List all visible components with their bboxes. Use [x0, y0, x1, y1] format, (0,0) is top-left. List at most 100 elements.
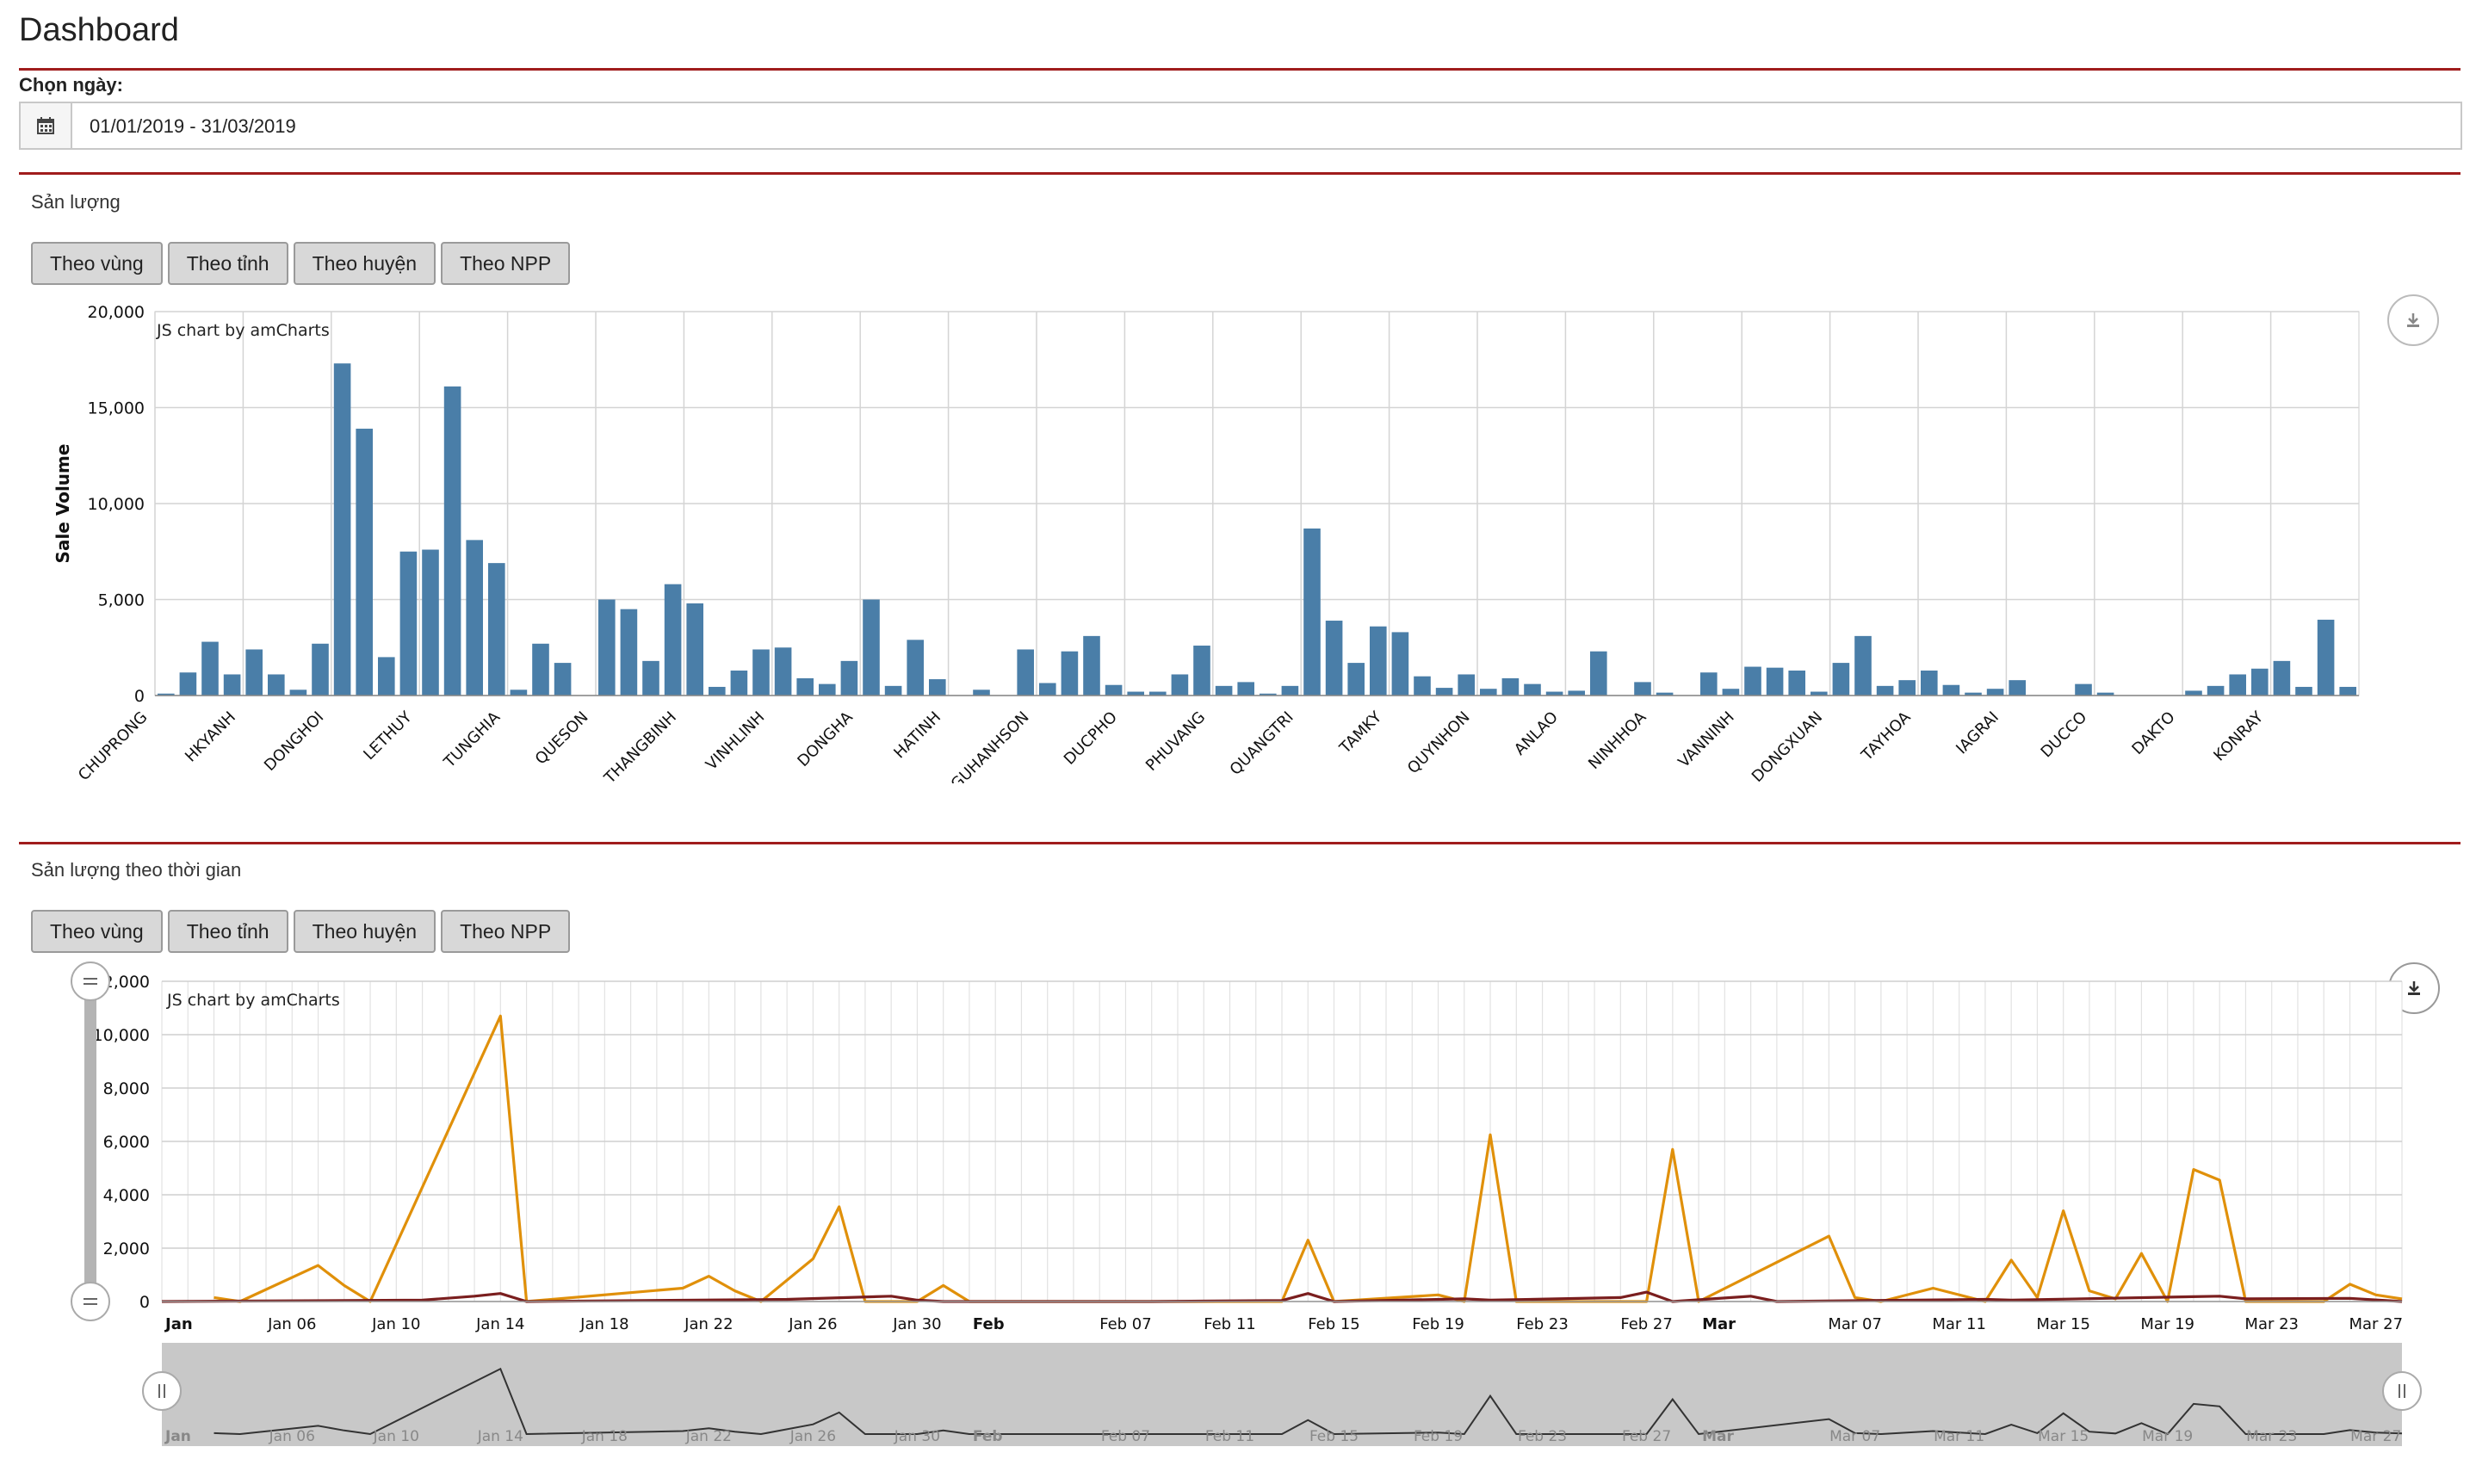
by-region-button[interactable]: Theo vùng: [31, 910, 163, 953]
bar: [1370, 626, 1387, 696]
x-tick-label: Mar 19: [2140, 1315, 2194, 1333]
bar: [1105, 684, 1123, 696]
bar: [620, 609, 638, 696]
bar: [2273, 660, 2291, 696]
bar: [1237, 682, 1254, 696]
bar: [840, 660, 858, 696]
bar: [1921, 671, 1938, 696]
bar: [245, 649, 263, 696]
bar: [443, 386, 461, 696]
x-tick-label: DAKTO: [2128, 708, 2178, 758]
x-tick-label: QUESON: [532, 708, 592, 769]
bar: [2009, 680, 2026, 696]
x-tick-label: Jan 26: [788, 1315, 837, 1333]
x-tick-label: Feb 27: [1620, 1315, 1673, 1333]
date-range-input[interactable]: 01/01/2019 - 31/03/2019: [19, 102, 2462, 150]
by-district-button[interactable]: Theo huyện: [293, 242, 436, 285]
x-tick-label: Jan 10: [371, 1315, 420, 1333]
bar: [1303, 528, 1321, 696]
bar: [1039, 683, 1056, 696]
bar: [730, 671, 748, 696]
y-tick-label: 6,000: [103, 1133, 150, 1152]
y-axis-title: Sale Volume: [53, 444, 73, 564]
bar: [1061, 651, 1079, 696]
bar: [2339, 686, 2356, 696]
scrollbar-tick-label: Feb: [973, 1428, 1003, 1445]
bar: [1325, 621, 1343, 696]
bar: [686, 603, 703, 696]
bar: [333, 363, 351, 696]
bar: [642, 660, 659, 696]
bar: [1524, 683, 1541, 696]
by-distributor-button[interactable]: Theo NPP: [441, 242, 571, 285]
bar: [774, 647, 792, 696]
by-distributor-button[interactable]: Theo NPP: [441, 910, 571, 953]
bar: [1898, 680, 1916, 696]
bar: [268, 674, 285, 696]
y-tick-label: 20,000: [88, 303, 145, 322]
x-tick-label: Jan 06: [267, 1315, 316, 1333]
bar: [664, 584, 682, 696]
bar: [1634, 682, 1651, 696]
bar: [752, 649, 770, 696]
bar: [973, 689, 990, 696]
bar: [2295, 686, 2312, 696]
scrollbar-tick-label: Jan 18: [581, 1428, 628, 1445]
section-title-san-luong-theo-thoi-gian: Sản lượng theo thời gian: [31, 859, 242, 881]
page-title: Dashboard: [19, 12, 179, 48]
x-tick-label: Mar 11: [1932, 1315, 1986, 1333]
scrollbar-tick-label: Mar 23: [2246, 1428, 2297, 1445]
x-tick-label: Feb 15: [1308, 1315, 1360, 1333]
x-tick-label: Feb 23: [1516, 1315, 1569, 1333]
bar: [1480, 689, 1497, 696]
x-tick-label: DONGHOI: [261, 708, 327, 775]
scrollbar-tick-label: Jan: [164, 1428, 191, 1445]
x-tick-label: Mar 23: [2244, 1315, 2299, 1333]
bar: [709, 686, 726, 696]
by-district-button[interactable]: Theo huyện: [293, 910, 436, 953]
scrollbar-tick-label: Jan 30: [894, 1428, 940, 1445]
bar: [1986, 689, 2004, 696]
by-province-button[interactable]: Theo tỉnh: [167, 910, 288, 953]
by-province-button[interactable]: Theo tỉnh: [167, 242, 288, 285]
y-tick-label: 0: [139, 1293, 150, 1312]
x-tick-label: Feb 19: [1412, 1315, 1464, 1333]
x-tick-label: TAYHOA: [1858, 708, 1915, 764]
y-tick-label: 0: [134, 687, 145, 706]
scrollbar-tick-label: Mar 19: [2142, 1428, 2193, 1445]
bar: [2185, 690, 2202, 696]
x-tick-label: DUCPHO: [1061, 708, 1121, 769]
calendar-icon[interactable]: [21, 103, 72, 148]
by-region-button[interactable]: Theo vùng: [31, 242, 163, 285]
y-tick-label: 15,000: [88, 399, 145, 418]
x-tick-label: NINHHOA: [1585, 708, 1650, 773]
bar: [1942, 684, 1960, 696]
grouping-buttons-time: Theo vùng Theo tỉnh Theo huyện Theo NPP: [31, 910, 571, 953]
x-tick-label: ANLAO: [1511, 708, 1562, 759]
bar: [378, 657, 395, 696]
bar: [1568, 690, 1585, 696]
date-range-value: 01/01/2019 - 31/03/2019: [90, 115, 296, 137]
x-tick-label: Mar 27: [2349, 1315, 2403, 1333]
x-tick-label: HATINH: [890, 708, 944, 763]
bar: [510, 689, 528, 696]
bar: [863, 599, 880, 696]
date-filter-label: Chọn ngày:: [19, 74, 123, 96]
x-tick-label: Feb 07: [1099, 1315, 1152, 1333]
x-tick-label: Jan 22: [684, 1315, 733, 1333]
bar: [1744, 666, 1761, 696]
scrollbar-tick-label: Feb 23: [1518, 1428, 1567, 1445]
scrollbar-tick-label: Mar 15: [2038, 1428, 2089, 1445]
sale-volume-bar-chart: 0 5,000 10,000 15,000 20,000 CHUPRONG HKYANH DO…: [53, 303, 2360, 783]
scrollbar-tick-label: Mar 11: [1934, 1428, 1984, 1445]
bar: [929, 679, 946, 696]
x-tick-label: Jan 18: [579, 1315, 628, 1333]
bar: [1017, 649, 1034, 696]
scrollbar-tick-label: Feb 19: [1414, 1428, 1463, 1445]
x-tick-label: TAMKY: [1335, 708, 1385, 757]
bar: [1193, 646, 1210, 696]
chart-credit: JS chart by amCharts: [166, 991, 340, 1010]
x-tick-label: CHUPRONG: [75, 708, 152, 783]
scrollbar-tick-label: Jan 26: [789, 1428, 836, 1445]
scrollbar-tick-label: Mar 27: [2350, 1428, 2401, 1445]
